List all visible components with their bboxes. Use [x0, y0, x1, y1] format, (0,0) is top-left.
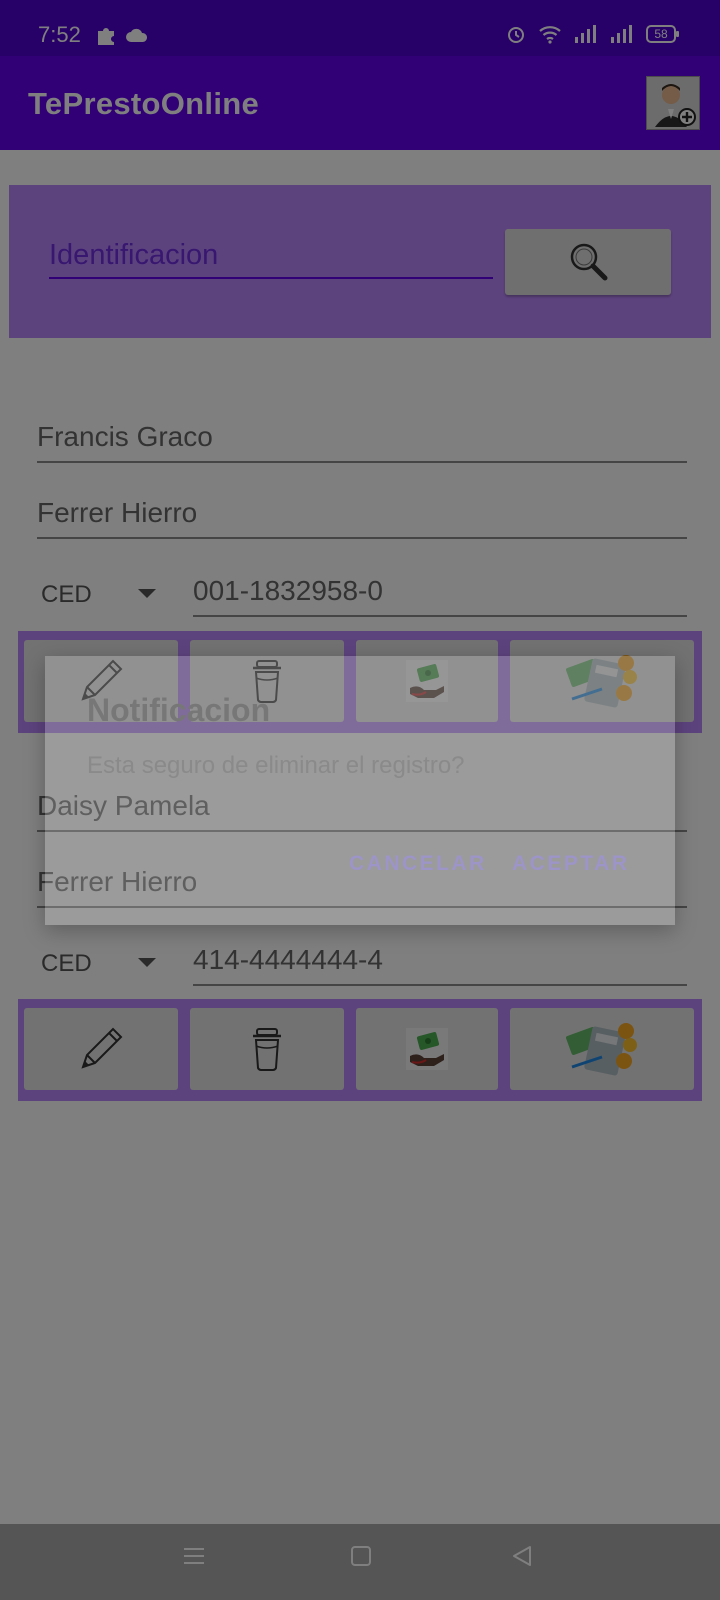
cancel-button[interactable]: CANCELAR [349, 852, 487, 876]
accept-button[interactable]: ACEPTAR [512, 852, 629, 876]
dialog-title: Notificacion [87, 692, 271, 728]
delete-confirmation-dialog: Notificacion Esta seguro de eliminar el … [45, 656, 675, 925]
dialog-message: Esta seguro de eliminar el registro? [87, 752, 465, 779]
